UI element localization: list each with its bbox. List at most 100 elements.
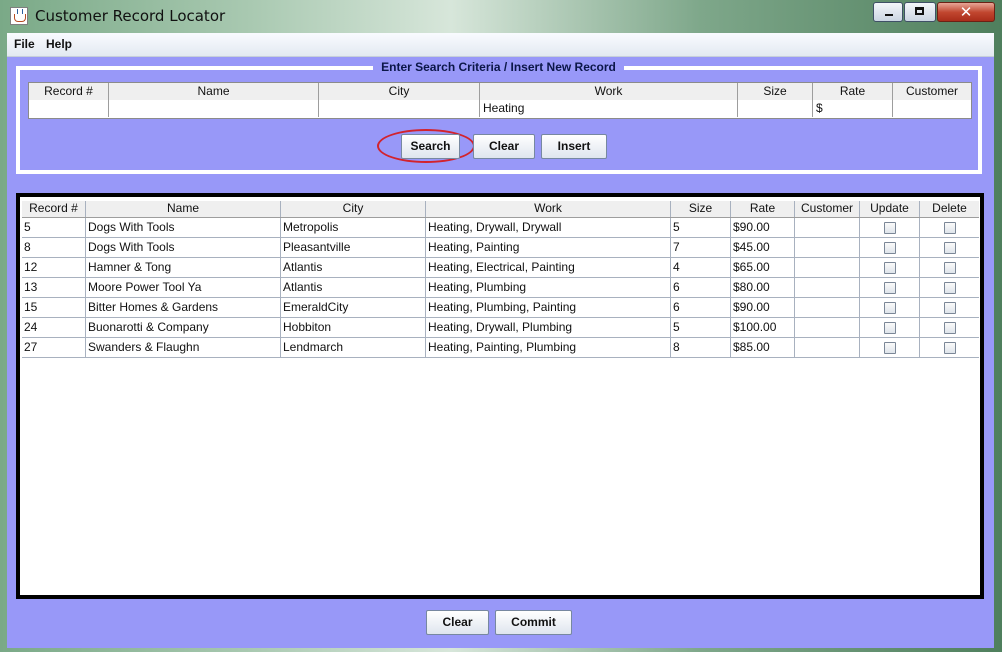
update-checkbox[interactable]	[884, 282, 896, 294]
update-checkbox[interactable]	[884, 262, 896, 274]
maximize-button[interactable]	[904, 2, 936, 22]
search-criteria-title: Enter Search Criteria / Insert New Recor…	[373, 60, 624, 74]
application-window: Customer Record Locator ✕ File Help Ente…	[0, 0, 1002, 652]
java-app-icon[interactable]	[10, 7, 28, 25]
window-client-area: File Help Enter Search Criteria / Insert…	[7, 33, 994, 648]
clear-criteria-button[interactable]: Clear	[473, 134, 535, 159]
search-button[interactable]: Search	[401, 134, 460, 159]
update-checkbox[interactable]	[884, 322, 896, 334]
menu-file[interactable]: File	[14, 37, 35, 51]
results-header-name[interactable]: Name	[86, 201, 281, 217]
customer-cell	[795, 238, 860, 257]
name-cell: Swanders & Flaughn	[86, 338, 281, 357]
delete-checkbox[interactable]	[944, 302, 956, 314]
table-row[interactable]: 27 Swanders & Flaughn Lendmarch Heating,…	[22, 338, 979, 358]
table-row[interactable]: 12 Hamner & Tong Atlantis Heating, Elect…	[22, 258, 979, 278]
delete-checkbox[interactable]	[944, 322, 956, 334]
results-header-customer[interactable]: Customer	[795, 201, 860, 217]
update-checkbox[interactable]	[884, 302, 896, 314]
work-cell: Heating, Plumbing	[426, 278, 671, 297]
city-cell: Pleasantville	[281, 238, 426, 257]
city-cell: EmeraldCity	[281, 298, 426, 317]
rate-cell: $45.00	[731, 238, 795, 257]
update-cell	[860, 258, 920, 277]
delete-checkbox[interactable]	[944, 262, 956, 274]
results-header-delete[interactable]: Delete	[920, 201, 979, 217]
results-header-city[interactable]: City	[281, 201, 426, 217]
work-cell: Heating, Plumbing, Painting	[426, 298, 671, 317]
city-input[interactable]	[319, 100, 480, 117]
results-header-work[interactable]: Work	[426, 201, 671, 217]
delete-checkbox[interactable]	[944, 282, 956, 294]
close-button[interactable]: ✕	[937, 2, 995, 22]
close-icon: ✕	[959, 3, 973, 21]
update-checkbox[interactable]	[884, 242, 896, 254]
size-cell: 6	[671, 278, 731, 297]
criteria-header-record: Record #	[29, 83, 109, 100]
rate-cell: $90.00	[731, 298, 795, 317]
table-row[interactable]: 8 Dogs With Tools Pleasantville Heating,…	[22, 238, 979, 258]
city-cell: Lendmarch	[281, 338, 426, 357]
results-panel: Record # Name City Work Size Rate Custom…	[16, 193, 984, 599]
results-table-viewport[interactable]: Record # Name City Work Size Rate Custom…	[20, 197, 980, 595]
update-cell	[860, 318, 920, 337]
criteria-header-size: Size	[738, 83, 813, 100]
criteria-header-rate: Rate	[813, 83, 893, 100]
name-cell: Bitter Homes & Gardens	[86, 298, 281, 317]
results-table: Record # Name City Work Size Rate Custom…	[22, 201, 979, 358]
customer-cell	[795, 258, 860, 277]
criteria-input-row: Heating $	[29, 100, 971, 117]
record-number-cell: 12	[22, 258, 86, 277]
work-input[interactable]: Heating	[480, 100, 738, 117]
size-cell: 4	[671, 258, 731, 277]
results-header-record[interactable]: Record #	[22, 201, 86, 217]
size-input[interactable]	[738, 100, 813, 117]
rate-cell: $90.00	[731, 218, 795, 237]
record-number-cell: 13	[22, 278, 86, 297]
menu-help[interactable]: Help	[46, 37, 72, 51]
delete-checkbox[interactable]	[944, 242, 956, 254]
commit-button[interactable]: Commit	[495, 610, 572, 635]
name-cell: Dogs With Tools	[86, 238, 281, 257]
minimize-button[interactable]	[873, 2, 903, 22]
city-cell: Metropolis	[281, 218, 426, 237]
table-row[interactable]: 24 Buonarotti & Company Hobbiton Heating…	[22, 318, 979, 338]
rate-cell: $65.00	[731, 258, 795, 277]
customer-cell	[795, 338, 860, 357]
insert-button[interactable]: Insert	[541, 134, 607, 159]
delete-cell	[920, 318, 979, 337]
customer-cell	[795, 318, 860, 337]
update-cell	[860, 218, 920, 237]
name-cell: Buonarotti & Company	[86, 318, 281, 337]
update-checkbox[interactable]	[884, 342, 896, 354]
delete-cell	[920, 218, 979, 237]
record-number-cell: 8	[22, 238, 86, 257]
table-row[interactable]: 13 Moore Power Tool Ya Atlantis Heating,…	[22, 278, 979, 298]
results-header-rate[interactable]: Rate	[731, 201, 795, 217]
size-cell: 7	[671, 238, 731, 257]
record-number-cell: 24	[22, 318, 86, 337]
delete-checkbox[interactable]	[944, 342, 956, 354]
results-header-update[interactable]: Update	[860, 201, 920, 217]
clear-results-button[interactable]: Clear	[426, 610, 489, 635]
rate-input[interactable]: $	[813, 100, 893, 117]
title-bar[interactable]: Customer Record Locator ✕	[0, 0, 1002, 33]
work-cell: Heating, Electrical, Painting	[426, 258, 671, 277]
delete-checkbox[interactable]	[944, 222, 956, 234]
criteria-table: Record # Name City Work Size Rate Custom…	[28, 82, 972, 119]
size-cell: 5	[671, 218, 731, 237]
criteria-header-customer: Customer	[905, 84, 958, 98]
update-cell	[860, 278, 920, 297]
record-number-input[interactable]	[29, 100, 109, 117]
update-checkbox[interactable]	[884, 222, 896, 234]
table-row[interactable]: 5 Dogs With Tools Metropolis Heating, Dr…	[22, 218, 979, 238]
name-input[interactable]	[109, 100, 319, 117]
update-cell	[860, 298, 920, 317]
customer-input[interactable]	[893, 100, 971, 117]
criteria-header-name: Name	[109, 83, 319, 100]
table-row[interactable]: 15 Bitter Homes & Gardens EmeraldCity He…	[22, 298, 979, 318]
delete-cell	[920, 338, 979, 357]
window-title: Customer Record Locator	[35, 7, 226, 25]
results-header-size[interactable]: Size	[671, 201, 731, 217]
rate-cell: $85.00	[731, 338, 795, 357]
